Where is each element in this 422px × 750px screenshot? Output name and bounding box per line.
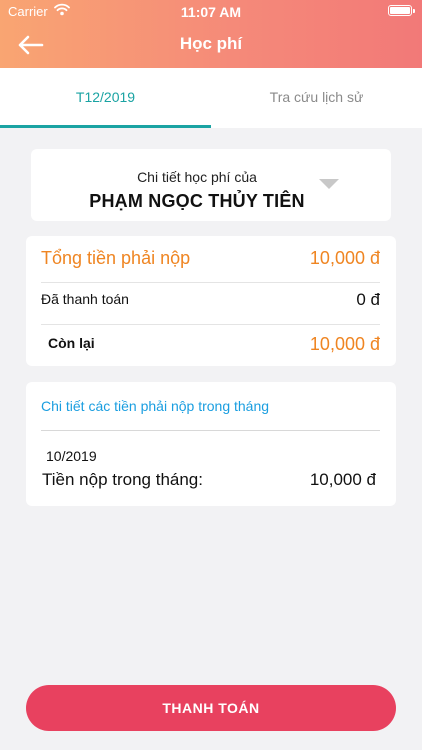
paid-value: 0 đ [356, 290, 380, 309]
detail-month: 10/2019 [46, 448, 97, 464]
detail-item-label: Tiền nộp trong tháng: [42, 470, 203, 489]
pay-button[interactable]: THANH TOÁN [26, 685, 396, 731]
divider [41, 430, 380, 431]
fee-summary-card: Tổng tiền phải nộp 10,000 đ Đã thanh toá… [26, 236, 396, 366]
remaining-value: 10,000 đ [309, 334, 380, 354]
battery-icon [388, 5, 415, 16]
student-selector-label: Chi tiết học phí của [137, 169, 257, 185]
detail-item-value: 10,000 đ [309, 470, 376, 489]
app-header: Carrier 11:07 AM Học phí [0, 0, 422, 68]
tab-current-month[interactable]: T12/2019 [0, 68, 211, 128]
remaining-label: Còn lại [48, 335, 95, 351]
monthly-detail-card: Chi tiết các tiền phải nộp trong tháng 1… [26, 382, 396, 506]
active-tab-indicator [0, 125, 211, 128]
status-bar: Carrier 11:07 AM [0, 0, 422, 22]
total-label: Tổng tiền phải nộp [41, 248, 191, 268]
divider [41, 324, 380, 325]
tab-history[interactable]: Tra cứu lịch sử [211, 68, 422, 128]
student-selector[interactable]: Chi tiết học phí của PHẠM NGỌC THỦY TIÊN [31, 149, 391, 221]
student-name: PHẠM NGỌC THỦY TIÊN [89, 191, 305, 211]
paid-label: Đã thanh toán [41, 291, 129, 307]
tab-bar: T12/2019 Tra cứu lịch sử [0, 68, 422, 128]
detail-title[interactable]: Chi tiết các tiền phải nộp trong tháng [41, 398, 269, 414]
dropdown-arrow-icon[interactable] [319, 179, 339, 189]
divider [41, 282, 380, 283]
page-title: Học phí [179, 34, 243, 53]
nav-bar: Học phí [0, 22, 422, 68]
status-time: 11:07 AM [180, 4, 242, 20]
total-value: 10,000 đ [309, 248, 380, 268]
